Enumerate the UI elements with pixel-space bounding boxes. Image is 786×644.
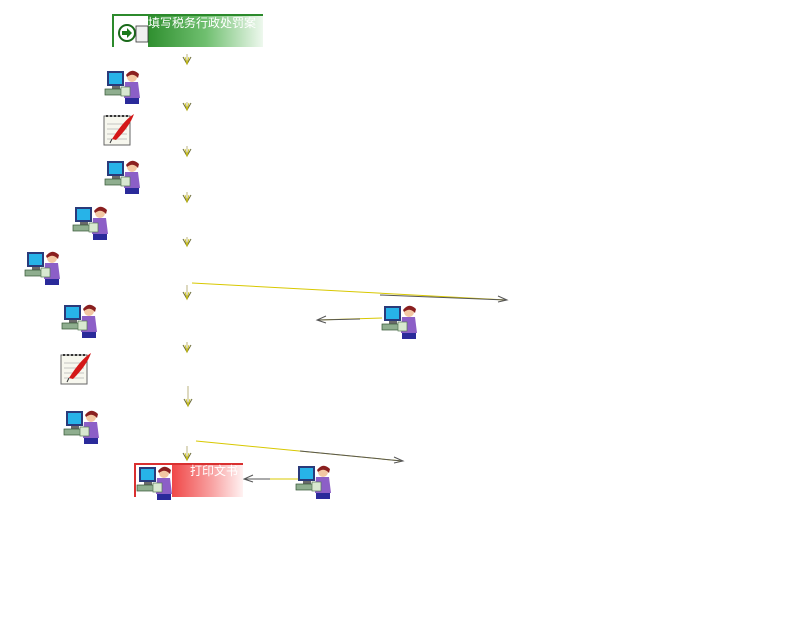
connector-arrow [182,237,192,247]
printer-worker-icon [136,466,173,501]
person-at-computer-icon[interactable] [63,410,100,445]
return-arrow [315,315,383,324]
start-node-label: 填写税务行政处罚案 [148,15,256,30]
person-at-computer-icon[interactable] [295,465,332,500]
person-at-computer-icon[interactable] [61,304,98,339]
connector-arrow [182,146,192,157]
branch-arrow [195,440,405,464]
return-arrow [242,474,298,483]
end-node[interactable]: 打印文书 [134,463,243,501]
person-at-computer-icon[interactable] [381,305,418,340]
person-at-computer-icon[interactable] [24,251,61,286]
start-node[interactable]: 填写税务行政处罚案 [112,14,263,47]
branch-arrow [191,282,509,303]
arrow-circle-icon [118,24,149,43]
connector-arrow [182,446,192,461]
end-node-label: 打印文书 [190,463,238,478]
connector-arrow [182,285,192,300]
connector-arrow [182,342,192,353]
connector-arrows [182,54,193,461]
connector-arrow [182,54,192,65]
notepad-quill-icon[interactable] [103,113,135,146]
connector-arrow [183,386,193,407]
connector-arrow [182,102,192,111]
person-at-computer-icon[interactable] [72,206,109,241]
notepad-quill-icon[interactable] [60,352,92,385]
connector-arrow [182,192,192,203]
person-at-computer-icon[interactable] [104,70,141,105]
person-at-computer-icon[interactable] [104,160,141,195]
workflow-diagram: 填写税务行政处罚案 打印文书 [24,14,509,501]
